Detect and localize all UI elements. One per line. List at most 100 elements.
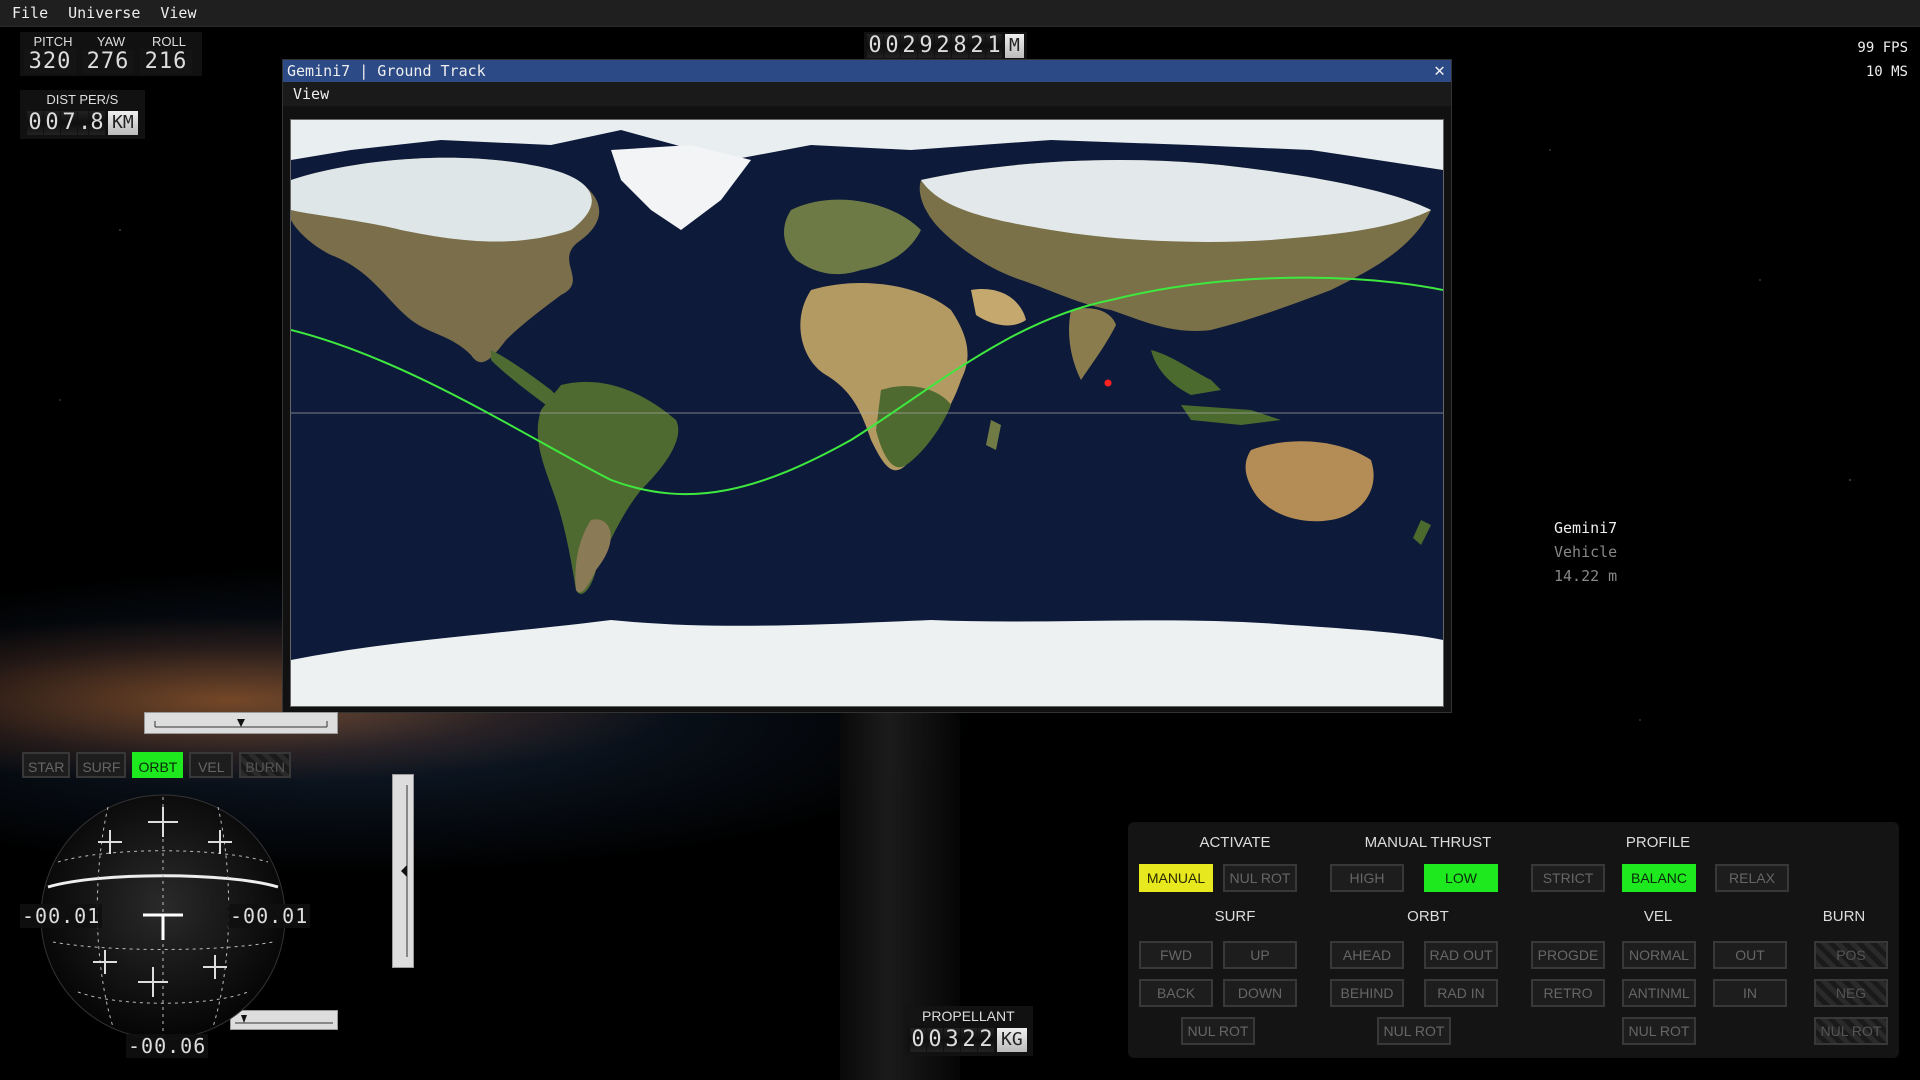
window-title: Gemini7 | Ground Track	[287, 62, 486, 80]
window-title-bar[interactable]: Gemini7 | Ground Track ✕	[283, 60, 1451, 82]
dist-per-s-readout: DIST PER/S 0 0 7 . 8 KM	[20, 90, 145, 139]
performance-readout: 99 FPS 10 MS	[1857, 36, 1908, 84]
menu-file[interactable]: File	[4, 4, 56, 22]
orbt-header: ORBT	[1407, 908, 1449, 925]
nul-rot-button[interactable]: NUL ROT	[1223, 864, 1297, 892]
surf-back-button[interactable]: BACK	[1139, 979, 1213, 1007]
vel-antinml-button[interactable]: ANTINML	[1622, 979, 1696, 1007]
manual-button[interactable]: MANUAL	[1139, 864, 1213, 892]
vessel-type: Vehicle	[1554, 543, 1618, 561]
vertical-slider-ticks	[401, 785, 408, 957]
altitude-digit: 2	[969, 33, 985, 58]
altitude-digit: 1	[986, 33, 1002, 58]
mode-burn-button[interactable]: BURN	[239, 752, 291, 778]
ground-track-window: Gemini7 | Ground Track ✕ View	[282, 59, 1452, 713]
dist-digit: 7	[61, 110, 77, 135]
burn-pos-button[interactable]: POS	[1814, 941, 1888, 969]
vel-in-button[interactable]: IN	[1713, 979, 1787, 1007]
vessel-distance: 14.22 m	[1554, 567, 1618, 585]
activate-header: ACTIVATE	[1199, 834, 1271, 851]
world-map[interactable]	[290, 119, 1444, 707]
altitude-digit: 2	[935, 33, 951, 58]
dist-digit: 0	[27, 110, 43, 135]
dist-unit: KM	[108, 111, 138, 135]
window-menu-view[interactable]: View	[293, 85, 329, 103]
vel-nul-rot-button[interactable]: NUL ROT	[1622, 1017, 1696, 1045]
propellant-readout: PROPELLANT 0 0 3 2 2 KG	[904, 1006, 1033, 1056]
orbt-behind-button[interactable]: BEHIND	[1330, 979, 1404, 1007]
dist-digit: .	[78, 110, 92, 135]
mode-vel-button[interactable]: VEL	[189, 752, 234, 778]
propellant-label: PROPELLANT	[922, 1008, 1015, 1024]
horizontal-slider[interactable]	[144, 712, 338, 734]
propellant-digit: 2	[961, 1027, 977, 1052]
world-map-graphic	[291, 120, 1443, 706]
surf-up-button[interactable]: UP	[1223, 941, 1297, 969]
vel-header: VEL	[1643, 908, 1673, 925]
navball-left-readout: -00.01	[20, 904, 103, 928]
orbt-nul-rot-button[interactable]: NUL ROT	[1377, 1017, 1451, 1045]
vertical-slider[interactable]	[392, 774, 414, 968]
orbt-ahead-button[interactable]: AHEAD	[1330, 941, 1404, 969]
pitch-value: 320	[24, 49, 76, 74]
menu-view[interactable]: View	[152, 4, 204, 22]
thrust-low-button[interactable]: LOW	[1424, 864, 1498, 892]
profile-balanc-button[interactable]: BALANC	[1622, 864, 1696, 892]
propellant-unit: KG	[997, 1028, 1027, 1052]
close-icon[interactable]: ✕	[1434, 60, 1445, 82]
orbt-rad-out-button[interactable]: RAD OUT	[1424, 941, 1498, 969]
altitude-odometer: 0 0 2 9 2 8 2 1 M	[864, 32, 1027, 60]
vessel-name: Gemini7	[1554, 519, 1618, 537]
mode-orbt-button[interactable]: ORBT	[132, 752, 184, 778]
menu-universe[interactable]: Universe	[60, 4, 148, 22]
altitude-digit: 2	[901, 33, 917, 58]
pitch-label: PITCH	[33, 34, 73, 49]
burn-nul-rot-button[interactable]: NUL ROT	[1814, 1017, 1888, 1045]
window-menu-bar: View	[283, 82, 1451, 106]
vel-out-button[interactable]: OUT	[1713, 941, 1787, 969]
propellant-digit: 3	[944, 1027, 960, 1052]
dist-label: DIST PER/S	[46, 92, 119, 107]
fps-text: 99 FPS	[1857, 40, 1908, 56]
altitude-digit: 9	[918, 33, 934, 58]
propellant-digit: 0	[910, 1027, 926, 1052]
vel-retro-button[interactable]: RETRO	[1531, 979, 1605, 1007]
propellant-digit: 2	[978, 1027, 994, 1052]
manual-thrust-header: MANUAL THRUST	[1364, 834, 1492, 851]
attitude-readout: PITCH YAW ROLL 320 276 216	[20, 32, 202, 76]
surf-nul-rot-button[interactable]: NUL ROT	[1181, 1017, 1255, 1045]
yaw-label: YAW	[96, 34, 126, 49]
vel-normal-button[interactable]: NORMAL	[1622, 941, 1696, 969]
orbt-rad-in-button[interactable]: RAD IN	[1424, 979, 1498, 1007]
altitude-digit: 8	[952, 33, 968, 58]
profile-strict-button[interactable]: STRICT	[1531, 864, 1605, 892]
burn-neg-button[interactable]: NEG	[1814, 979, 1888, 1007]
navball-right-readout: -00.01	[228, 904, 311, 928]
yaw-value: 276	[82, 49, 134, 74]
roll-value: 216	[140, 49, 192, 74]
navball-bottom-readout: -00.06	[126, 1034, 209, 1058]
ms-text: 10 MS	[1865, 64, 1908, 80]
altitude-unit: M	[1005, 34, 1024, 58]
dist-digit: 8	[89, 110, 105, 135]
surf-down-button[interactable]: DOWN	[1223, 979, 1297, 1007]
propellant-odometer: 0 0 3 2 2 KG	[907, 1026, 1030, 1054]
profile-relax-button[interactable]: RELAX	[1715, 864, 1789, 892]
propellant-digit: 0	[927, 1027, 943, 1052]
burn-header: BURN	[1822, 908, 1866, 925]
menu-bar: File Universe View	[0, 0, 1920, 27]
dist-digit: 0	[44, 110, 60, 135]
mode-surf-button[interactable]: SURF	[76, 752, 127, 778]
thrust-high-button[interactable]: HIGH	[1330, 864, 1404, 892]
reference-mode-buttons: STAR SURF ORBT VEL BURN	[22, 752, 291, 778]
mode-star-button[interactable]: STAR	[22, 752, 71, 778]
altitude-digit: 0	[867, 33, 883, 58]
surf-fwd-button[interactable]: FWD	[1139, 941, 1213, 969]
flight-control-panel: ACTIVATE MANUAL THRUST PROFILE MANUAL NU…	[1128, 822, 1899, 1058]
vessel-label[interactable]: Gemini7 Vehicle 14.22 m	[1554, 516, 1617, 588]
surf-header: SURF	[1214, 908, 1256, 925]
roll-label: ROLL	[152, 34, 186, 49]
vel-progde-button[interactable]: PROGDE	[1531, 941, 1605, 969]
altitude-readout: 0 0 2 9 2 8 2 1 M	[864, 32, 1027, 60]
profile-header: PROFILE	[1625, 834, 1691, 851]
